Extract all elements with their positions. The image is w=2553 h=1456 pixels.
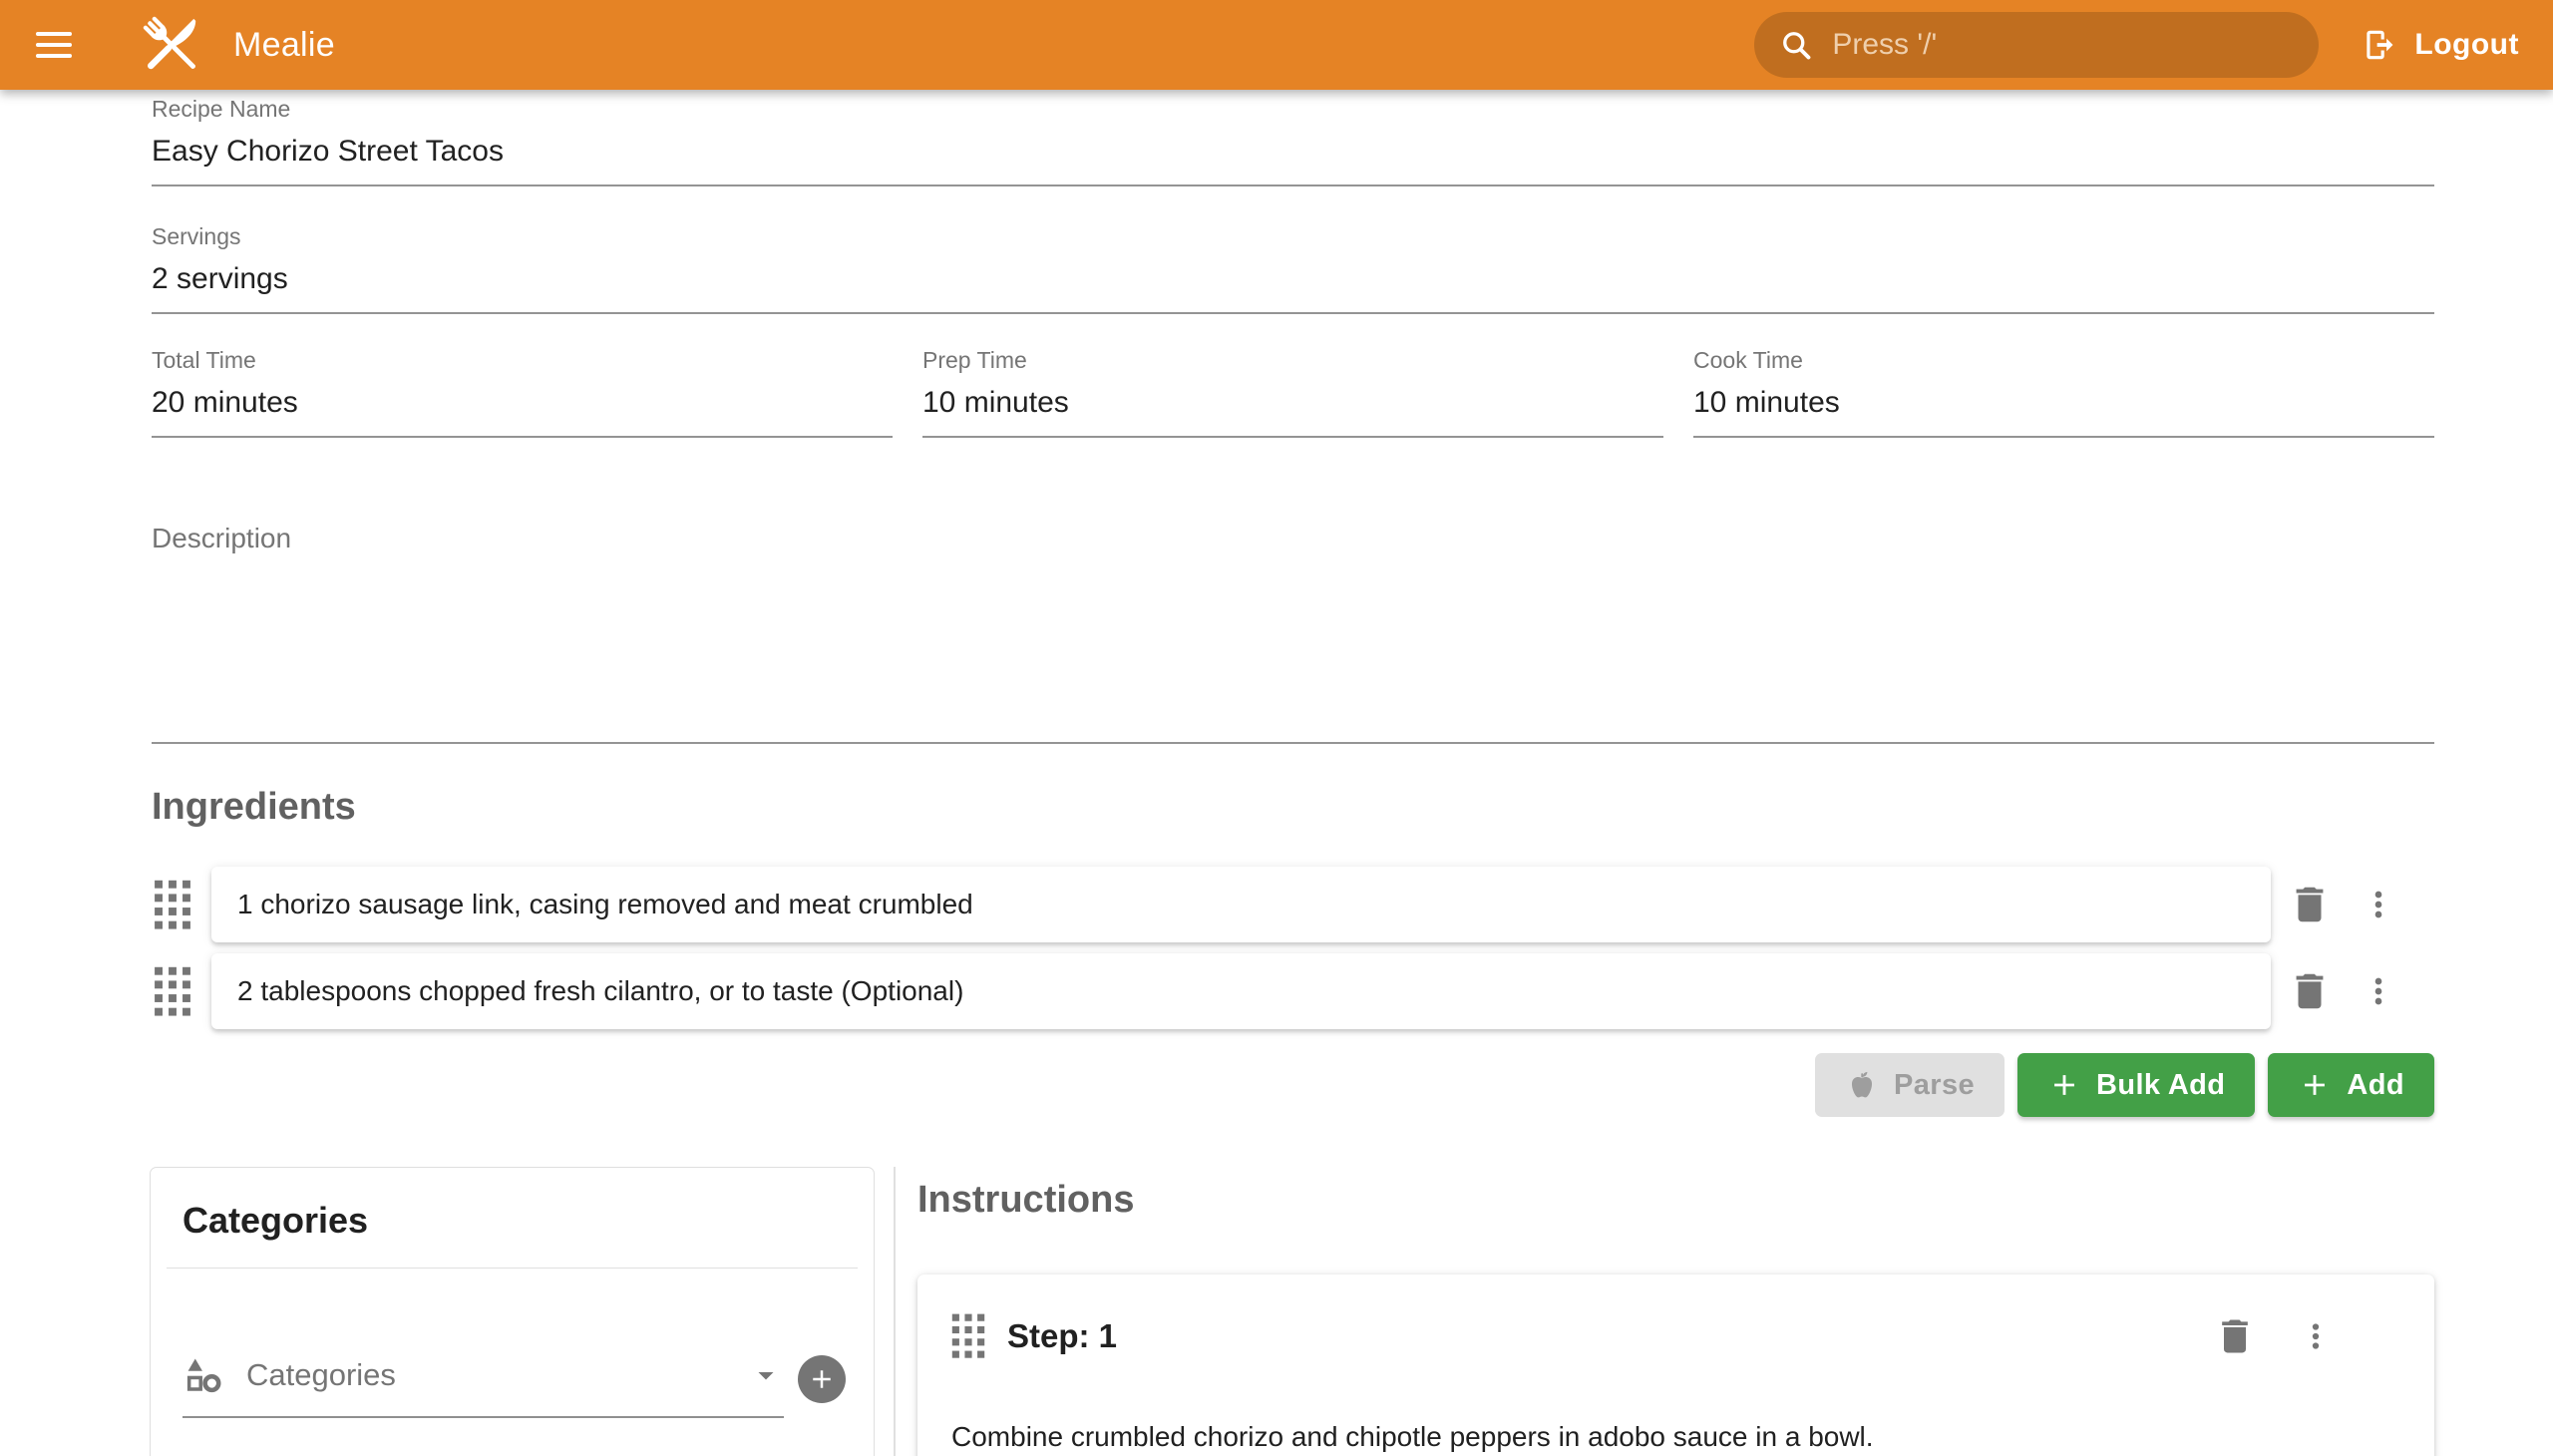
logout-label: Logout <box>2414 28 2519 62</box>
add-category-button[interactable] <box>798 1355 846 1403</box>
column-divider <box>894 1167 896 1456</box>
step-title: Step: 1 <box>1007 1317 2213 1355</box>
search-icon <box>1778 27 1814 63</box>
drag-handle-icon <box>153 879 192 930</box>
ingredient-row <box>152 867 2434 942</box>
add-label: Add <box>2347 1069 2404 1102</box>
plus-icon <box>2298 1068 2332 1102</box>
categories-card-title: Categories <box>151 1168 874 1268</box>
total-time-input[interactable] <box>152 382 893 438</box>
drag-handle[interactable] <box>152 965 193 1017</box>
step-text[interactable]: Combine crumbled chorizo and chipotle pe… <box>951 1417 2335 1456</box>
bulk-add-label: Bulk Add <box>2096 1069 2225 1102</box>
kebab-icon <box>2359 885 2398 924</box>
shapes-icon <box>182 1354 224 1396</box>
categories-select-row: Categories <box>151 1269 874 1418</box>
drag-handle[interactable] <box>947 1312 989 1359</box>
categories-card: Categories Categories <box>150 1167 875 1456</box>
ingredient-card <box>211 953 2271 1029</box>
step-menu-button[interactable] <box>2297 1317 2335 1355</box>
drag-handle[interactable] <box>152 879 193 930</box>
recipe-name-input[interactable] <box>152 131 2434 186</box>
drag-handle-icon <box>153 965 192 1017</box>
ingredient-menu-button[interactable] <box>2359 885 2398 924</box>
chevron-down-icon <box>748 1357 784 1393</box>
time-fields-row: Total Time Prep Time Cook Time <box>152 347 2434 438</box>
instructions-heading: Instructions <box>917 1179 1134 1222</box>
crossed-fork-knife-icon <box>134 7 209 83</box>
app-logo[interactable] <box>134 7 209 83</box>
prep-time-label: Prep Time <box>922 347 1663 374</box>
description-input[interactable] <box>152 562 2434 744</box>
prep-time-field: Prep Time <box>922 347 1663 438</box>
parse-label: Parse <box>1894 1069 1975 1102</box>
ingredient-menu-button[interactable] <box>2359 971 2398 1011</box>
recipe-name-field: Recipe Name <box>152 96 2434 186</box>
plus-icon <box>2047 1068 2081 1102</box>
cook-time-input[interactable] <box>1693 382 2434 438</box>
ingredient-card <box>211 867 2271 942</box>
categories-select[interactable]: Categories <box>182 1354 784 1418</box>
delete-step-button[interactable] <box>2213 1314 2257 1358</box>
description-label: Description <box>152 523 2434 554</box>
total-time-label: Total Time <box>152 347 893 374</box>
parse-button[interactable]: Parse <box>1815 1053 2005 1117</box>
trash-icon <box>2287 968 2333 1014</box>
total-time-field: Total Time <box>152 347 893 438</box>
add-ingredient-button[interactable]: Add <box>2268 1053 2434 1117</box>
prep-time-input[interactable] <box>922 382 1663 438</box>
plus-icon <box>807 1364 837 1394</box>
ingredient-actions: Parse Bulk Add Add <box>152 1053 2434 1117</box>
kebab-icon <box>2297 1317 2335 1355</box>
hamburger-icon <box>36 32 72 36</box>
cook-time-field: Cook Time <box>1693 347 2434 438</box>
servings-field: Servings <box>152 223 2434 314</box>
app-title: Mealie <box>233 26 335 65</box>
recipe-name-label: Recipe Name <box>152 96 2434 123</box>
description-field: Description <box>152 523 2434 744</box>
categories-select-label: Categories <box>246 1357 726 1393</box>
menu-button[interactable] <box>36 19 88 71</box>
app-header: Mealie Logout <box>0 0 2553 90</box>
ingredients-heading: Ingredients <box>152 786 356 829</box>
delete-ingredient-button[interactable] <box>2287 968 2333 1014</box>
delete-ingredient-button[interactable] <box>2287 882 2333 927</box>
logout-button[interactable]: Logout <box>2361 26 2519 64</box>
logout-icon <box>2361 26 2398 64</box>
trash-icon <box>2287 882 2333 927</box>
step-header: Step: 1 <box>947 1312 2335 1359</box>
ingredient-row <box>152 953 2434 1029</box>
ingredient-input[interactable] <box>237 889 2245 920</box>
mealie-recipe-editor-page: Mealie Logout Recipe Name Servings Total… <box>0 0 2553 1456</box>
kebab-icon <box>2359 971 2398 1011</box>
drag-handle-icon <box>950 1312 986 1359</box>
trash-icon <box>2213 1314 2257 1358</box>
servings-label: Servings <box>152 223 2434 250</box>
apple-icon <box>1845 1068 1879 1102</box>
servings-input[interactable] <box>152 258 2434 314</box>
bulk-add-button[interactable]: Bulk Add <box>2017 1053 2255 1117</box>
search-input[interactable] <box>1832 28 2295 62</box>
search-bar[interactable] <box>1754 12 2319 78</box>
cook-time-label: Cook Time <box>1693 347 2434 374</box>
ingredient-input[interactable] <box>237 975 2245 1007</box>
instruction-step-card: Step: 1 Combine crumbled chorizo and chi… <box>917 1274 2434 1456</box>
